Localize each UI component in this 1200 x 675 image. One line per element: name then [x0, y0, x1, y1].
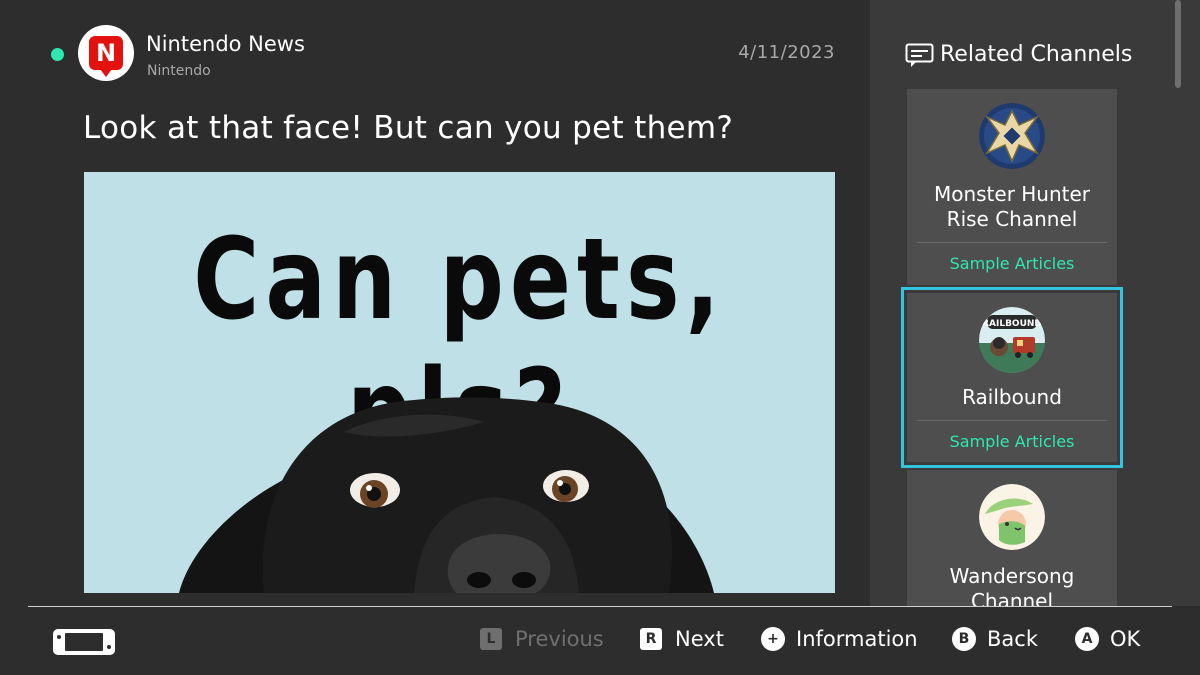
button-guide-bar: L Previous R Next + Information B Back A… [0, 607, 1200, 675]
next-label: Next [675, 627, 724, 651]
nintendo-news-icon: N [89, 36, 123, 77]
previous-label: Previous [515, 627, 604, 651]
card-divider [917, 242, 1107, 243]
information-label: Information [796, 627, 918, 651]
channel-name[interactable]: Nintendo News [146, 32, 305, 56]
channels-list-icon [905, 43, 934, 67]
post-date: 4/11/2023 [738, 42, 835, 63]
channel-publisher: Nintendo [147, 63, 211, 79]
article-image: Can pets, pls? [84, 172, 835, 593]
railbound-icon: RAILBOUND [979, 307, 1045, 373]
r-button-icon: R [640, 628, 662, 650]
channel-card-title: Railbound [962, 385, 1062, 409]
b-button-icon: B [952, 627, 976, 651]
channel-card-wandersong[interactable]: Wandersong Channel [907, 470, 1117, 606]
l-button-icon: L [480, 628, 502, 650]
card-divider [917, 420, 1107, 421]
information-button[interactable]: + Information [761, 627, 918, 651]
sidebar-title: Related Channels [940, 42, 1133, 67]
sidebar-scrollbar[interactable] [1175, 0, 1181, 88]
nintendo-news-logo[interactable]: N [78, 25, 134, 81]
sample-articles-link[interactable]: Sample Articles [907, 254, 1117, 273]
article-headline: Look at that face! But can you pet them? [83, 110, 734, 146]
channel-card-title: Monster Hunter Rise Channel [933, 182, 1091, 231]
next-button[interactable]: R Next [640, 627, 724, 651]
wandersong-icon [979, 484, 1045, 550]
channel-card-railbound[interactable]: RAILBOUND Railbound Sample Articles [901, 287, 1123, 468]
handheld-console-icon [53, 629, 115, 655]
related-channels-panel: Related Channels Monster Hunter Rise Cha… [870, 0, 1200, 606]
back-label: Back [987, 627, 1038, 651]
unread-indicator [51, 48, 64, 61]
svg-text:RAILBOUND: RAILBOUND [982, 319, 1042, 329]
monster-hunter-icon [979, 103, 1045, 169]
previous-button[interactable]: L Previous [480, 627, 604, 651]
channel-card-monster-hunter[interactable]: Monster Hunter Rise Channel Sample Artic… [907, 89, 1117, 285]
a-button-icon: A [1075, 627, 1099, 651]
sample-articles-link[interactable]: Sample Articles [907, 432, 1117, 451]
article-view: N Nintendo News Nintendo 4/11/2023 Look … [0, 0, 870, 606]
dog-illustration [179, 397, 714, 593]
back-button[interactable]: B Back [952, 627, 1038, 651]
ok-button[interactable]: A OK [1075, 627, 1140, 651]
ok-label: OK [1110, 627, 1141, 651]
plus-button-icon: + [761, 627, 785, 651]
channel-card-title: Wandersong Channel [949, 564, 1075, 606]
